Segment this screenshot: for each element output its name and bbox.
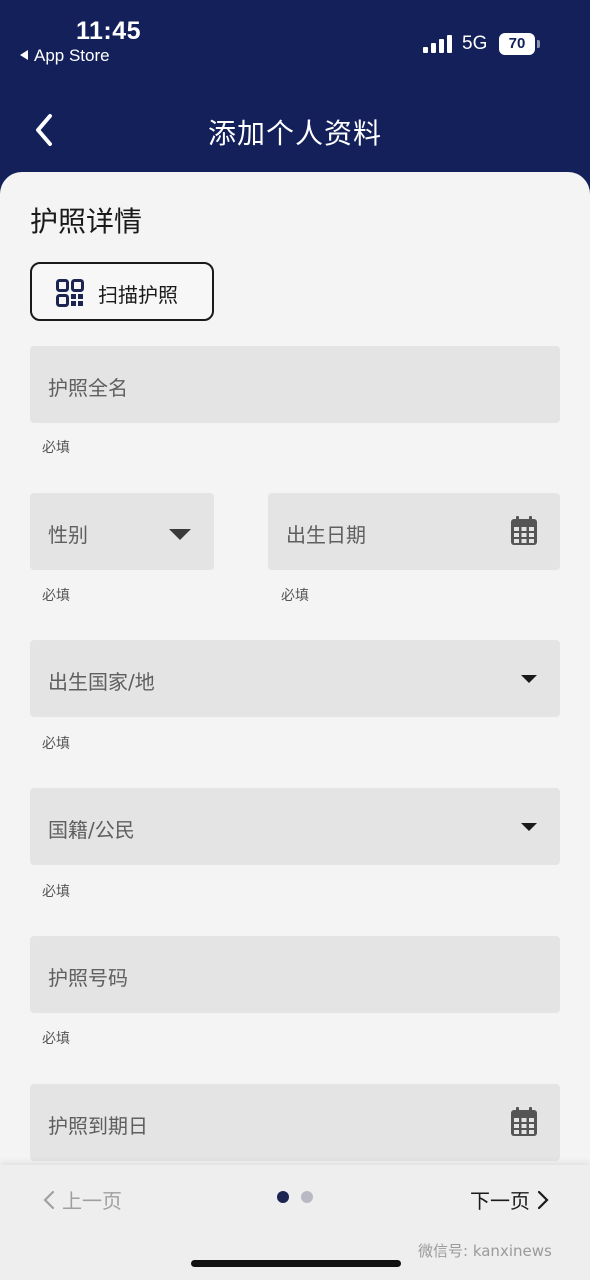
signal-icon [423, 35, 453, 53]
page-dot-active [277, 1191, 289, 1203]
passport-expiry-field[interactable]: 护照到期日 [30, 1084, 560, 1161]
form-sheet: 护照详情 扫描护照 护照全名 必填 性别 必填 出生日期 必填 出生国家/地 必… [0, 172, 590, 1280]
page-title: 添加个人资料 [207, 117, 382, 150]
watermark: 微信号: kanxinews [418, 1242, 552, 1260]
gender-select[interactable]: 性别 [30, 493, 214, 570]
qr-code-icon [56, 279, 84, 307]
full-name-placeholder: 护照全名 [48, 376, 128, 400]
nationality-placeholder: 国籍/公民 [48, 818, 135, 842]
home-indicator [191, 1260, 401, 1267]
chevron-left-icon [43, 1190, 55, 1210]
dob-field[interactable]: 出生日期 [268, 493, 560, 570]
nationality-required: 必填 [42, 884, 70, 900]
page-dot [301, 1191, 313, 1203]
passport-number-field[interactable]: 护照号码 [30, 936, 560, 1013]
battery-icon: 70 [499, 33, 535, 55]
dob-placeholder: 出生日期 [286, 523, 366, 547]
status-bar: 11:45 App Store 5G 70 [0, 0, 590, 80]
passport-expiry-placeholder: 护照到期日 [48, 1114, 148, 1138]
passport-number-placeholder: 护照号码 [48, 966, 128, 990]
status-time: 11:45 [76, 17, 142, 45]
birth-country-required: 必填 [42, 736, 70, 752]
full-name-field[interactable]: 护照全名 [30, 346, 560, 423]
passport-number-required: 必填 [42, 1031, 70, 1047]
section-title: 护照详情 [30, 205, 143, 238]
prev-page-button[interactable]: 上一页 [42, 1185, 122, 1214]
battery-cap [537, 40, 540, 48]
scan-passport-label: 扫描护照 [98, 283, 178, 307]
calendar-icon [511, 1107, 537, 1136]
gender-required: 必填 [42, 588, 70, 604]
dob-required: 必填 [281, 588, 309, 604]
back-arrow-icon [20, 50, 28, 60]
scan-passport-button[interactable]: 扫描护照 [30, 262, 214, 321]
full-name-required: 必填 [42, 440, 70, 456]
nationality-select[interactable]: 国籍/公民 [30, 788, 560, 865]
prev-page-label: 上一页 [62, 1189, 122, 1213]
bottom-pager: 上一页 下一页 微信号: kanxinews [0, 1165, 590, 1280]
chevron-right-icon [537, 1190, 549, 1210]
gender-placeholder: 性别 [48, 523, 88, 547]
dropdown-caret-icon [521, 675, 537, 683]
birth-country-placeholder: 出生国家/地 [48, 670, 155, 694]
next-page-button[interactable]: 下一页 [470, 1185, 550, 1214]
network-type: 5G [462, 33, 488, 54]
next-page-label: 下一页 [470, 1189, 530, 1213]
birth-country-select[interactable]: 出生国家/地 [30, 640, 560, 717]
dropdown-caret-icon [169, 529, 191, 540]
dropdown-caret-icon [521, 823, 537, 831]
back-to-app-link[interactable]: App Store [20, 46, 110, 66]
back-app-label: App Store [34, 46, 110, 65]
nav-bar: 添加个人资料 [0, 90, 590, 170]
calendar-icon [511, 516, 537, 545]
